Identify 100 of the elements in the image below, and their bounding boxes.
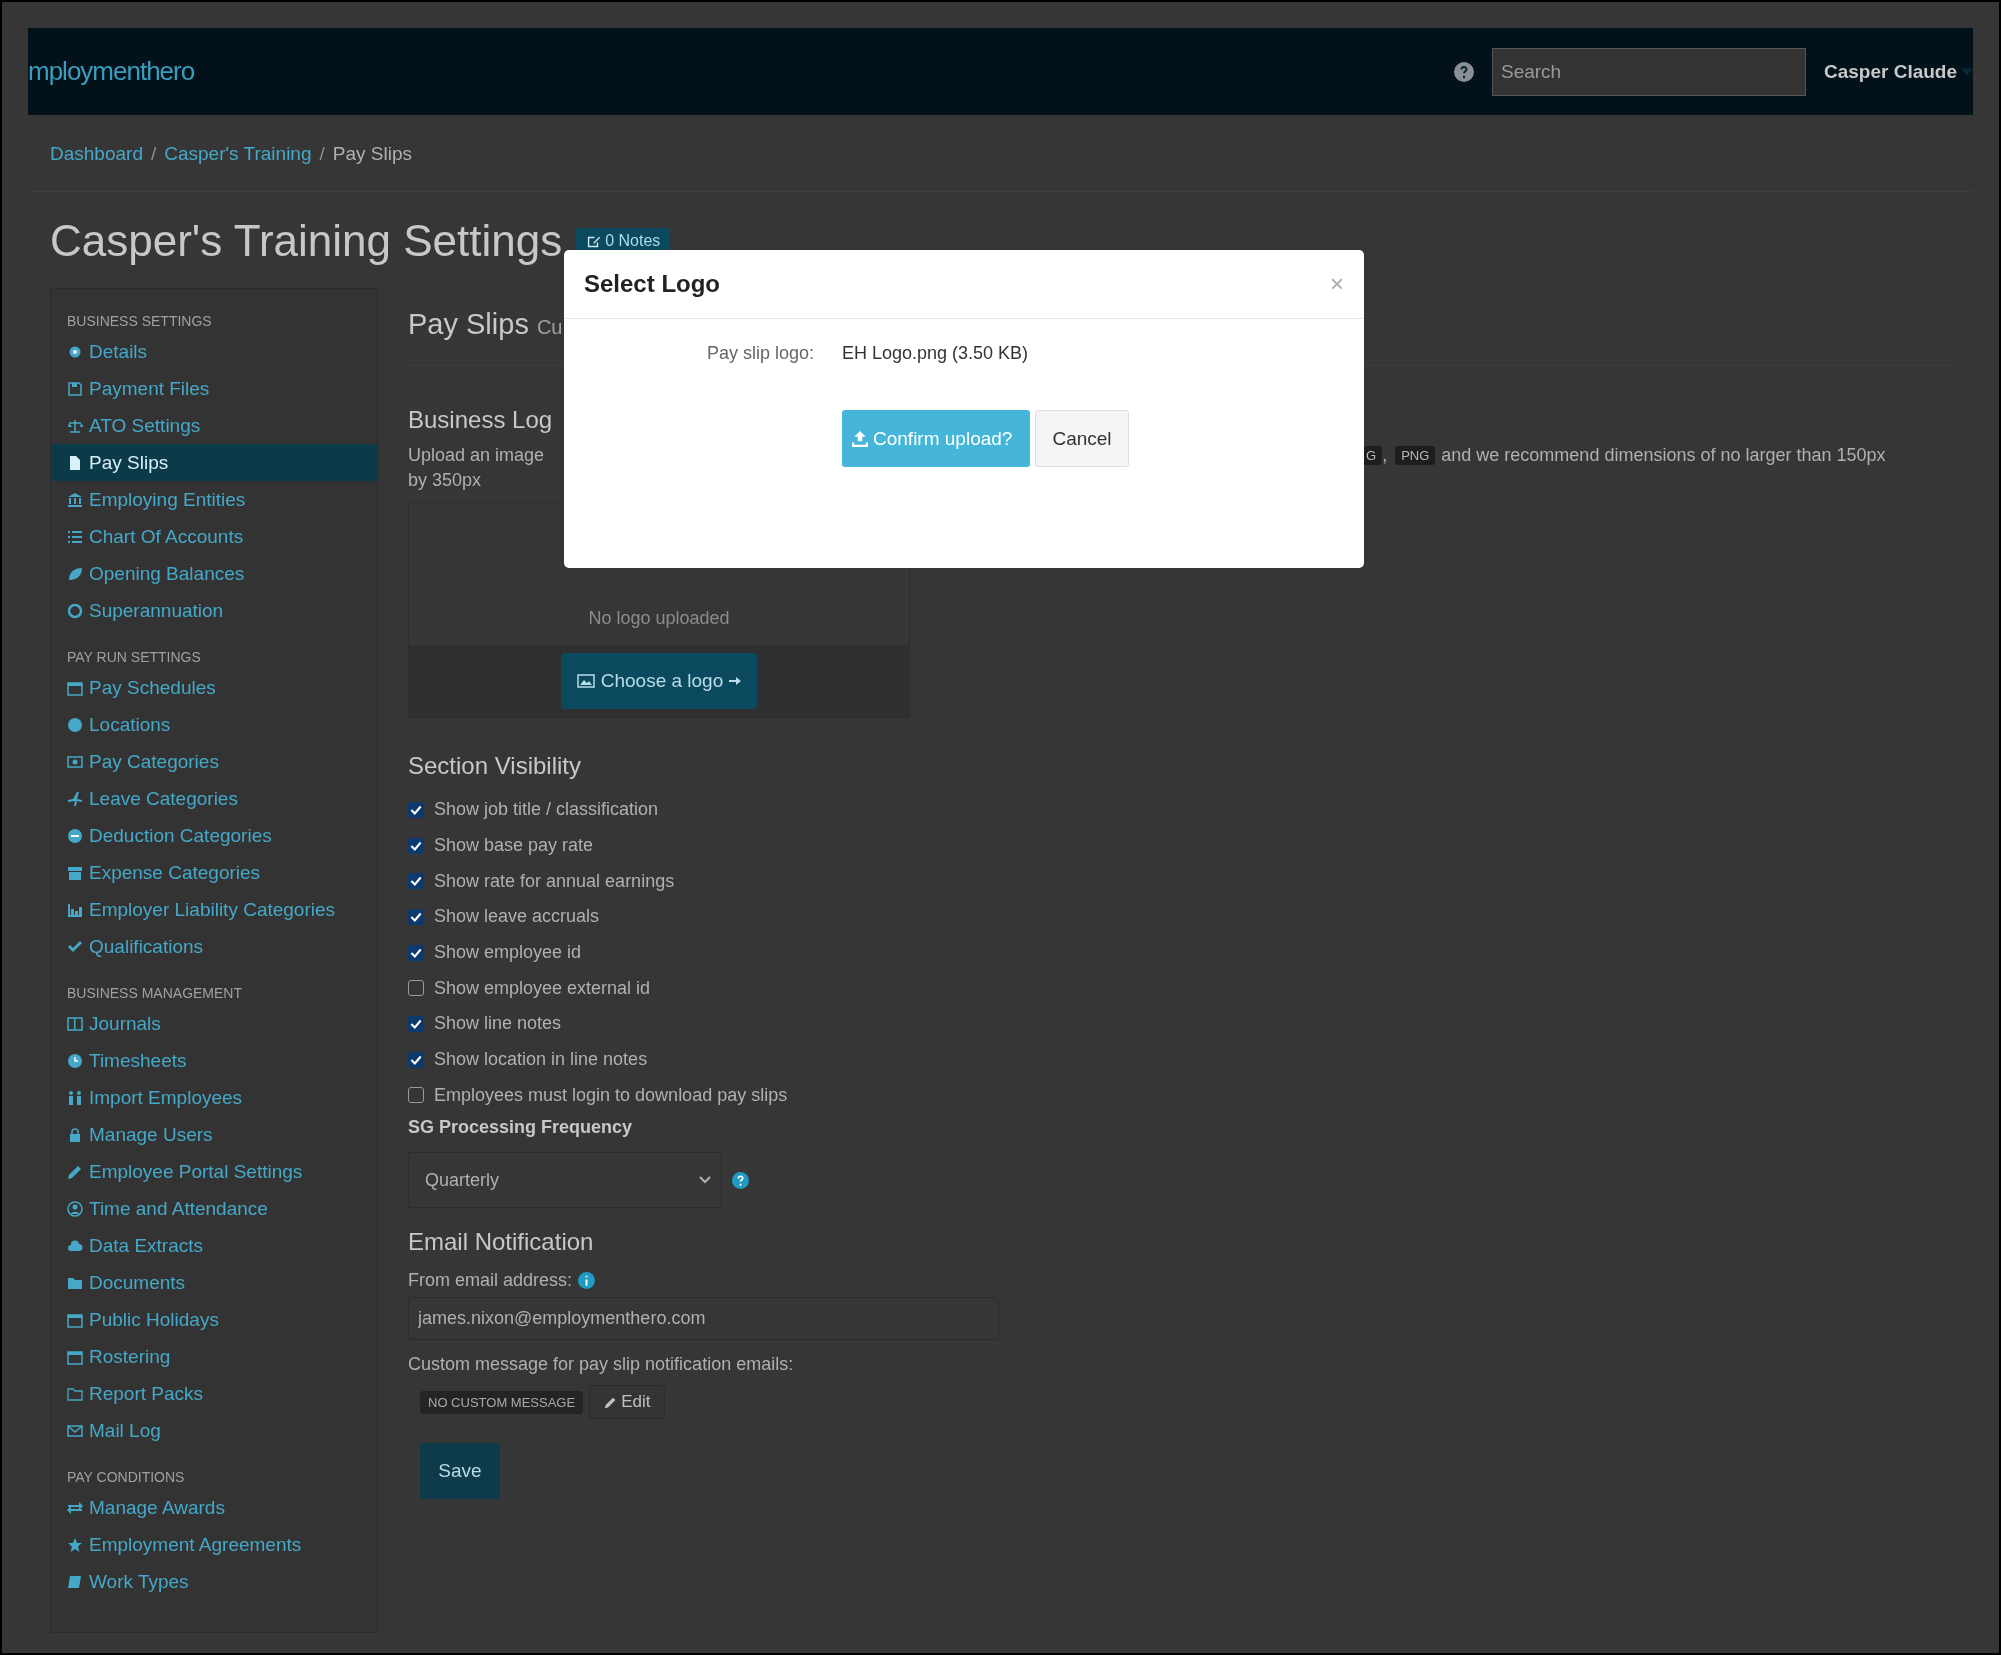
- description-text: by 350px: [408, 470, 482, 492]
- sidebar-item[interactable]: Employment Agreements: [51, 1526, 377, 1563]
- frequency-select[interactable]: Quarterly: [408, 1152, 722, 1209]
- sidebar-heading: BUSINESS SETTINGS: [66, 312, 213, 331]
- sidebar-item[interactable]: Report Packs: [51, 1375, 377, 1412]
- sidebar-item[interactable]: Rostering: [51, 1338, 377, 1375]
- empty-logo-text: No logo uploaded: [587, 608, 731, 630]
- sidebar-item[interactable]: Chart Of Accounts: [51, 518, 377, 555]
- breadcrumb-link[interactable]: Dashboard: [50, 143, 143, 165]
- checkbox-label: Show leave accruals: [434, 906, 600, 928]
- sidebar-item[interactable]: Payment Files: [51, 370, 377, 407]
- cloud-download-icon: [67, 1237, 83, 1254]
- save-button[interactable]: Save: [420, 1443, 500, 1500]
- leaf-icon: [67, 565, 83, 582]
- sidebar-item[interactable]: Employee Portal Settings: [51, 1153, 377, 1190]
- checkbox[interactable]: [408, 908, 424, 925]
- swap-icon: [67, 1499, 83, 1516]
- checkbox-label: Show location in line notes: [434, 1049, 648, 1071]
- checkbox[interactable]: [408, 801, 424, 818]
- edit-button[interactable]: Edit: [589, 1385, 666, 1420]
- scales-icon: [67, 417, 83, 434]
- sidebar-item[interactable]: Journals: [51, 1005, 377, 1042]
- sidebar-item[interactable]: Superannuation: [51, 592, 377, 629]
- breadcrumb-current: Pay Slips: [332, 143, 412, 165]
- sidebar-item[interactable]: Pay Slips: [51, 444, 377, 481]
- section-subtitle: Cu: [536, 316, 563, 339]
- check-icon: [67, 938, 83, 955]
- folder-icon: [67, 1385, 83, 1402]
- checkbox[interactable]: [408, 837, 424, 854]
- status-badge: NO CUSTOM MESSAGE: [420, 1390, 584, 1414]
- description-text: Upload an image: [408, 444, 546, 466]
- breadcrumb-separator: /: [150, 143, 157, 165]
- sidebar-item[interactable]: Work Types: [51, 1563, 377, 1600]
- help-icon[interactable]: [732, 1171, 749, 1189]
- file-name-text: EH Logo.png (3.50 KB): [842, 343, 1029, 364]
- checkbox-label: Show line notes: [434, 1013, 562, 1035]
- info-icon[interactable]: [578, 1272, 596, 1290]
- sidebar-item[interactable]: ATO Settings: [51, 407, 377, 444]
- checkbox[interactable]: [408, 873, 424, 890]
- cancel-button[interactable]: Cancel: [1035, 410, 1129, 467]
- sidebar-heading: PAY CONDITIONS: [66, 1468, 186, 1487]
- people-icon: [67, 1089, 83, 1106]
- pencil-icon: [604, 1395, 618, 1409]
- sidebar-item[interactable]: Qualifications: [51, 928, 377, 965]
- sidebar-item[interactable]: Import Employees: [51, 1079, 377, 1116]
- sidebar-item[interactable]: Expense Categories: [51, 854, 377, 891]
- sidebar-item[interactable]: Pay Categories: [51, 743, 377, 780]
- sidebar-item[interactable]: Timesheets: [51, 1042, 377, 1079]
- upload-icon: [852, 430, 868, 447]
- list-icon: [67, 528, 83, 545]
- checkbox-label: Show base pay rate: [434, 835, 594, 857]
- format-badge: PNG: [1395, 445, 1436, 465]
- columns-icon: [67, 1015, 83, 1032]
- sidebar-item[interactable]: Public Holidays: [51, 1301, 377, 1338]
- calendar-icon: [67, 1311, 83, 1328]
- sidebar-item[interactable]: Deduction Categories: [51, 817, 377, 854]
- sidebar-item[interactable]: Opening Balances: [51, 555, 377, 592]
- checkbox-label: Show rate for annual earnings: [434, 870, 675, 892]
- help-icon[interactable]: [1453, 61, 1474, 82]
- sidebar-item[interactable]: Manage Awards: [51, 1489, 377, 1526]
- plane-icon: [67, 790, 83, 807]
- choose-logo-button[interactable]: Choose a logo: [560, 653, 758, 709]
- sidebar-heading: PAY RUN SETTINGS: [66, 648, 202, 667]
- checkbox[interactable]: [408, 1015, 424, 1032]
- sidebar-item[interactable]: Employing Entities: [51, 481, 377, 518]
- calendar-icon: [67, 1348, 83, 1365]
- clock-icon: [67, 1052, 83, 1069]
- close-button[interactable]: ×: [1330, 270, 1344, 298]
- search-field[interactable]: Search: [1491, 47, 1806, 96]
- banknote-icon: [67, 753, 83, 770]
- sidebar-item[interactable]: Details: [51, 333, 377, 370]
- sidebar-item[interactable]: Locations: [51, 706, 377, 743]
- section-visibility-heading: Section Visibility: [408, 752, 582, 780]
- logo-text[interactable]: mploymenthero: [28, 56, 195, 87]
- sg-frequency-label: SG Processing Frequency: [408, 1117, 634, 1139]
- arrow-icon: [729, 676, 742, 686]
- envelope-icon: [67, 1422, 83, 1439]
- checkbox-label: Employees must login to download pay slips: [434, 1084, 788, 1106]
- sidebar-item[interactable]: Mail Log: [51, 1412, 377, 1449]
- confirm-upload-button[interactable]: Confirm upload?: [842, 410, 1031, 467]
- bank-icon: [67, 491, 83, 508]
- checkbox[interactable]: [408, 980, 424, 997]
- sidebar-item[interactable]: Pay Schedules: [51, 669, 377, 706]
- email-field[interactable]: james.nixon@employmenthero.com: [408, 1297, 999, 1341]
- comma-text: ,: [1382, 444, 1388, 466]
- user-menu[interactable]: Casper Claude: [1823, 60, 1957, 83]
- sidebar-item[interactable]: Manage Users: [51, 1116, 377, 1153]
- sidebar-heading: BUSINESS MANAGEMENT: [66, 984, 244, 1003]
- checkbox-label: Show employee id: [434, 942, 582, 964]
- checkbox[interactable]: [408, 1087, 424, 1104]
- checkbox[interactable]: [408, 944, 424, 961]
- sidebar-item[interactable]: Employer Liability Categories: [51, 891, 377, 928]
- sidebar-item[interactable]: Data Extracts: [51, 1227, 377, 1264]
- sidebar-item[interactable]: Leave Categories: [51, 780, 377, 817]
- document-icon: [67, 454, 83, 471]
- page-title: Casper's Training Settings: [50, 216, 563, 266]
- sidebar-item[interactable]: Time and Attendance: [51, 1190, 377, 1227]
- sidebar-item[interactable]: Documents: [51, 1264, 377, 1301]
- checkbox[interactable]: [408, 1051, 424, 1068]
- breadcrumb-link[interactable]: Casper's Training: [164, 143, 312, 165]
